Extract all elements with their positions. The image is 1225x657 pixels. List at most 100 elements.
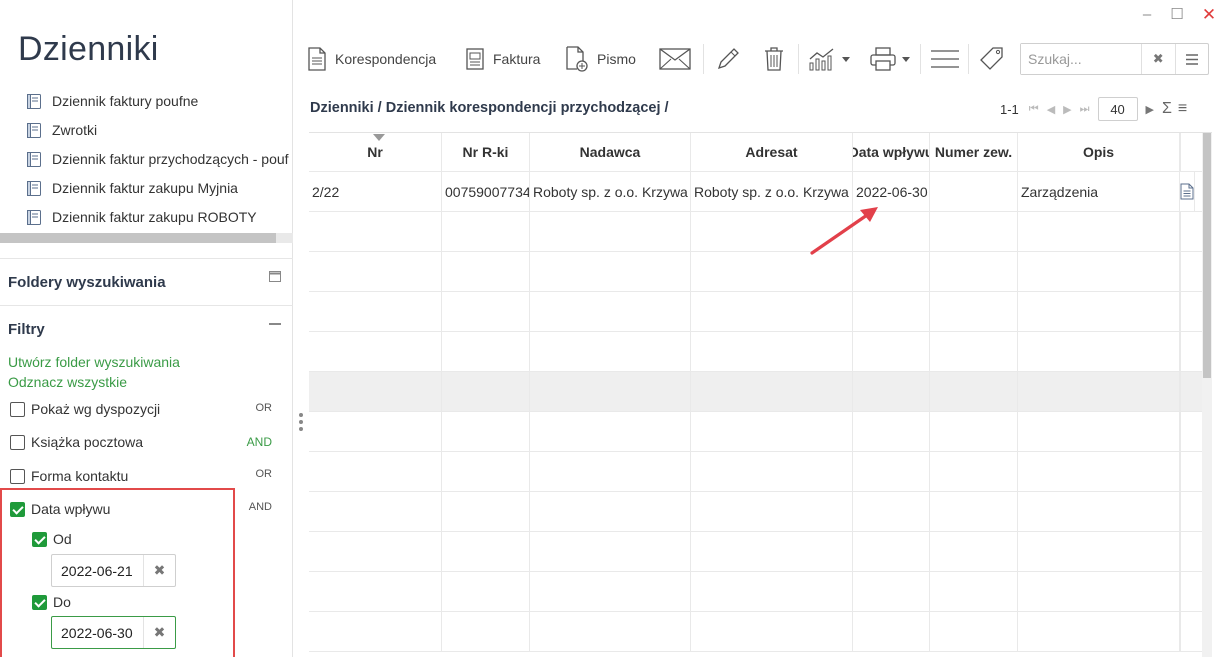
chart-icon [809,48,834,71]
chart-menu-button[interactable] [808,38,850,80]
page-size-input[interactable] [1097,97,1138,121]
journal-item-label: Zwrotki [52,122,98,138]
vertical-scrollbar[interactable] [1202,133,1212,657]
journal-item-label: Dziennik faktury poufne [52,93,199,109]
table-cell [691,412,853,451]
last-page-icon[interactable]: ⏭ [1080,103,1090,116]
table-cell [309,572,442,611]
table-cell: Roboty sp. z o.o. Krzywa [530,172,691,211]
first-page-icon[interactable]: ⏮ [1029,103,1039,116]
table-cell [1018,292,1180,331]
column-header[interactable]: Nadawca [530,133,691,171]
journal-item[interactable]: Dziennik faktur zakupu ROBOTY [26,206,257,228]
document-icon[interactable] [1180,183,1194,200]
scrollbar-thumb[interactable] [0,233,276,243]
button-label: Pismo [597,51,636,67]
faktura-button[interactable]: Faktura [465,38,540,80]
sum-icon[interactable]: Σ [1162,100,1172,118]
create-search-folder-link[interactable]: Utwórz folder wyszukiwania [8,354,180,370]
tag-button[interactable] [979,38,1005,80]
checkbox[interactable] [10,434,25,450]
filters-section[interactable]: Filtry [0,305,293,351]
panel-splitter[interactable] [299,413,305,435]
table-cell [442,492,530,531]
columns-menu-icon[interactable]: ≡ [1178,100,1187,118]
table-row-empty[interactable] [309,412,1202,452]
column-header[interactable]: Numer zew. [930,133,1018,171]
clear-icon[interactable]: ✖ [1141,44,1175,74]
column-header[interactable]: Data wpływu [853,133,930,171]
scrollbar-thumb[interactable] [1203,133,1211,378]
filter-operator[interactable]: AND [247,435,272,449]
edit-button[interactable] [715,38,741,80]
column-header[interactable]: Opis [1018,133,1180,171]
checkbox[interactable] [10,401,25,417]
filter-ksiazka-pocztowa[interactable]: Książka pocztowa [10,432,143,452]
delete-button[interactable] [763,38,785,80]
table-cell [930,532,1018,571]
print-menu-button[interactable] [870,38,910,80]
close-icon[interactable]: ✕ [1199,5,1219,25]
table-row-empty[interactable] [309,372,1202,412]
table-cell [1018,372,1180,411]
table-row-empty[interactable] [309,572,1202,612]
menu-icon[interactable] [1174,44,1209,74]
maximize-icon[interactable]: ☐ [1167,5,1187,25]
expand-icon[interactable] [269,271,281,283]
table-row-empty[interactable] [309,252,1202,292]
email-button[interactable] [659,38,691,80]
filter-operator[interactable]: OR [256,468,273,480]
filter-operator[interactable]: OR [256,402,273,414]
table-cell [930,612,1018,651]
korespondencja-button[interactable]: Korespondencja [307,38,436,80]
journal-item-label: Dziennik faktur przychodzących - pouf [52,151,289,167]
pismo-button[interactable]: Pismo [565,38,636,80]
journal-item[interactable]: Dziennik faktur zakupu Myjnia [26,177,238,199]
minimize-icon[interactable]: – [1137,5,1157,25]
filter-label: Forma kontaktu [31,468,129,484]
table-cell-action [1180,572,1181,611]
prev-page-icon[interactable]: ◀ [1047,103,1055,116]
table-cell [309,412,442,451]
journal-item[interactable]: Dziennik faktury poufne [26,90,198,112]
go-page-icon[interactable]: ▶ [1146,103,1154,116]
sort-indicator-icon[interactable] [373,134,385,141]
table-cell [530,572,691,611]
chevron-down-icon [902,56,910,62]
horizontal-scrollbar[interactable] [0,233,293,243]
collapse-icon[interactable] [269,318,281,330]
table-cell [1018,452,1180,491]
table-cell-action[interactable] [1180,172,1195,211]
next-page-icon[interactable]: ▶ [1063,103,1071,116]
search-folders-section[interactable]: Foldery wyszukiwania [0,258,293,304]
search-field[interactable]: ✖ [1020,43,1209,75]
search-input[interactable] [1021,44,1141,74]
filter-operator[interactable]: AND [249,501,272,513]
table-cell-action [1180,252,1181,291]
table-row-empty[interactable] [309,212,1202,252]
table-row-empty[interactable] [309,292,1202,332]
toolbar-separator [798,44,799,74]
table-row-empty[interactable] [309,332,1202,372]
menu-button[interactable] [931,38,959,80]
table-row[interactable]: 2/22 00759007734 Roboty sp. z o.o. Krzywa R… [309,172,1202,212]
table-cell [853,372,930,411]
table-row-empty[interactable] [309,452,1202,492]
table-row-empty[interactable] [309,612,1202,652]
filter-forma-kontaktu[interactable]: Forma kontaktu [10,466,128,486]
table-cell [930,452,1018,491]
checkbox[interactable] [10,468,25,484]
column-header[interactable]: Adresat [691,133,853,171]
trash-icon [765,47,783,71]
uncheck-all-link[interactable]: Odznacz wszystkie [8,374,127,390]
table-cell [853,452,930,491]
journal-item[interactable]: Zwrotki [26,119,97,141]
filter-dispozycja[interactable]: Pokaż wg dyspozycji [10,399,160,419]
table-cell [853,492,930,531]
journal-item[interactable]: Dziennik faktur przychodzących - pouf [26,148,289,170]
header-row: Nr Nr R-ki Nadawca Adresat Data wpływu Numer … [309,133,1202,172]
table-cell [930,412,1018,451]
table-row-empty[interactable] [309,532,1202,572]
column-header[interactable]: Nr R-ki [442,133,530,171]
table-row-empty[interactable] [309,492,1202,532]
